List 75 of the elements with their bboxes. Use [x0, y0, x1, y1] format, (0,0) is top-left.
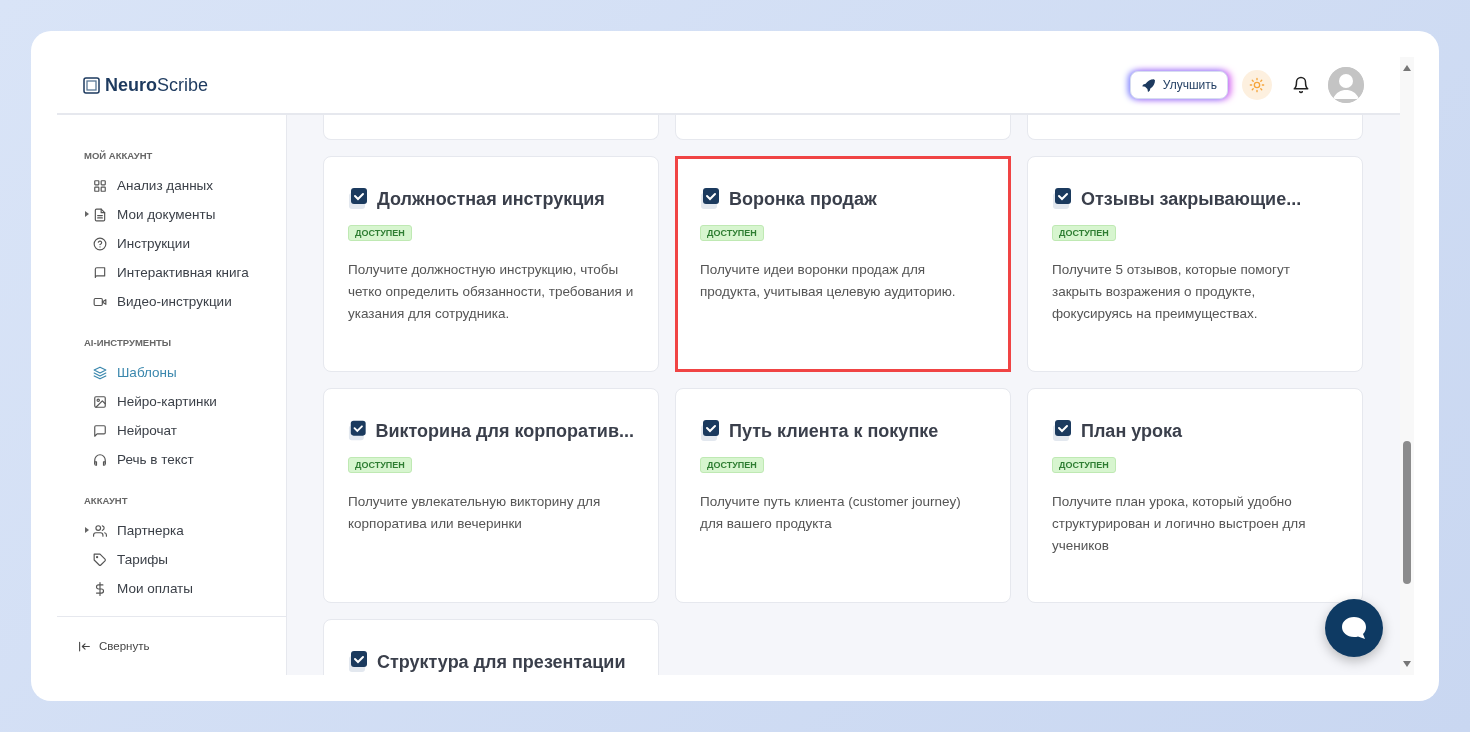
section-label: МОЙ АККАУНТ: [84, 149, 154, 163]
caret-icon[interactable]: [84, 211, 90, 217]
card-title: Викторина для корпоратив...: [375, 420, 634, 442]
sidebar-item[interactable]: Партнерка: [84, 516, 286, 545]
status-badge: ДОСТУПЕН: [700, 225, 764, 241]
section-label: AI-ИНСТРУМЕНТЫ: [84, 336, 173, 350]
sidebar-item[interactable]: Шаблоны: [84, 358, 286, 387]
template-card[interactable]: Отзывы закрывающие... ДОСТУПЕН Получите 5 отзывов, которые помогут закрыть возражения о продукте, фокусируясь на преимуществах.: [1027, 156, 1363, 372]
card-description: Получите должностную инструкцию, чтобы четко определить обязанности, требования и указания для сотрудника.: [348, 261, 634, 323]
scrollbar[interactable]: [1400, 57, 1414, 675]
checkbox-icon: [348, 419, 369, 443]
logo-icon: [83, 76, 100, 94]
template-card[interactable]: Путь клиента к покупке ДОСТУПЕН Получите путь клиента (customer journey) для вашего продукта: [675, 388, 1011, 603]
collapse-button[interactable]: Свернуть: [78, 639, 150, 653]
sidebar-item[interactable]: Мои документы: [84, 200, 286, 229]
template-card[interactable]: Воронка продаж ДОСТУПЕН Получите идеи воронки продаж для продукта, учитывая целевую аудиторию.: [675, 156, 1011, 372]
checkbox-icon: [348, 650, 370, 674]
checkbox-icon: [1052, 419, 1074, 443]
status-badge: ДОСТУПЕН: [1052, 225, 1116, 241]
sidebar-item[interactable]: Нейрочат: [84, 416, 286, 445]
card-description: Получите 5 отзывов, которые помогут закрыть возражения о продукте, фокусируясь на преимуществах.: [1052, 261, 1291, 323]
template-card[interactable]: Должностная инструкция ДОСТУПЕН Получите должностную инструкцию, чтобы четко определить обязанности, требования и указания для сотрудника.: [323, 156, 659, 372]
document-icon: [93, 207, 107, 222]
card-description: Получите путь клиента (customer journey) для вашего продукта: [700, 493, 962, 533]
headphones-icon: [93, 452, 107, 467]
sun-icon: [1249, 77, 1265, 93]
status-badge: ДОСТУПЕН: [700, 457, 764, 473]
dollar-icon: [93, 581, 107, 596]
help-icon: [93, 236, 107, 251]
image-icon: [93, 394, 107, 409]
card-description: Получите увлекательную викторину для корпоратива или вечеринки: [348, 493, 602, 533]
sidebar-item[interactable]: Анализ данных: [84, 171, 286, 200]
status-badge: ДОСТУПЕН: [348, 225, 412, 241]
card-title: Отзывы закрывающие...: [1081, 188, 1302, 210]
card-description: Получите идеи воронки продаж для продукта, учитывая целевую аудиторию.: [700, 261, 957, 301]
upgrade-button[interactable]: Улучшить: [1129, 71, 1228, 99]
logo-text[interactable]: NeuroScribe: [105, 74, 209, 96]
scroll-up-arrow-icon[interactable]: [1403, 65, 1411, 71]
scrollbar-thumb[interactable]: [1403, 441, 1411, 584]
sidebar-item[interactable]: Речь в текст: [84, 445, 286, 474]
card-title: Воронка продаж: [729, 188, 877, 210]
status-badge: ДОСТУПЕН: [348, 457, 412, 473]
tag-icon: [93, 552, 107, 567]
chat-bubble-icon: [93, 423, 107, 438]
theme-toggle-button[interactable]: [1242, 70, 1272, 100]
template-card[interactable]: Структура для презентации: [323, 619, 659, 675]
checkbox-icon: [700, 419, 722, 443]
card-title: Должностная инструкция: [377, 188, 605, 210]
sidebar-item[interactable]: Мои оплаты: [84, 574, 286, 603]
sidebar-item[interactable]: Инструкции: [84, 229, 286, 258]
sidebar-item[interactable]: Интерактивная книга: [84, 258, 286, 287]
grid-icon: [93, 178, 107, 193]
card-description: Получите план урока, который удобно структурирован и логично выстроен для учеников: [1052, 493, 1307, 555]
bell-icon: [1292, 76, 1310, 94]
checkbox-icon: [1052, 187, 1074, 211]
sidebar-item[interactable]: Видео-инструкции: [84, 287, 286, 316]
collapse-arrow-icon: [78, 639, 91, 653]
chat-bubble-icon: [1341, 616, 1367, 640]
notifications-button[interactable]: [1292, 76, 1310, 94]
checkbox-icon: [700, 187, 722, 211]
caret-icon[interactable]: [84, 527, 90, 533]
scroll-down-arrow-icon[interactable]: [1403, 661, 1411, 667]
layers-icon: [93, 365, 107, 380]
card-title: Путь клиента к покупке: [729, 420, 939, 442]
template-card[interactable]: Викторина для корпоратив... ДОСТУПЕН Получите увлекательную викторину для корпоратива или вечеринки: [323, 388, 659, 603]
rocket-icon: [1140, 78, 1155, 92]
users-icon: [93, 523, 107, 538]
card-title: План урока: [1081, 420, 1183, 442]
sidebar-item[interactable]: Нейро-картинки: [84, 387, 286, 416]
section-label: АККАУНТ: [84, 494, 129, 508]
card-title: Структура для презентации: [377, 651, 626, 673]
sidebar-item[interactable]: Тарифы: [84, 545, 286, 574]
checkbox-icon: [348, 187, 370, 211]
template-card[interactable]: План урока ДОСТУПЕН Получите план урока, который удобно структурирован и логично выстроен для учеников: [1027, 388, 1363, 603]
status-badge: ДОСТУПЕН: [1052, 457, 1116, 473]
